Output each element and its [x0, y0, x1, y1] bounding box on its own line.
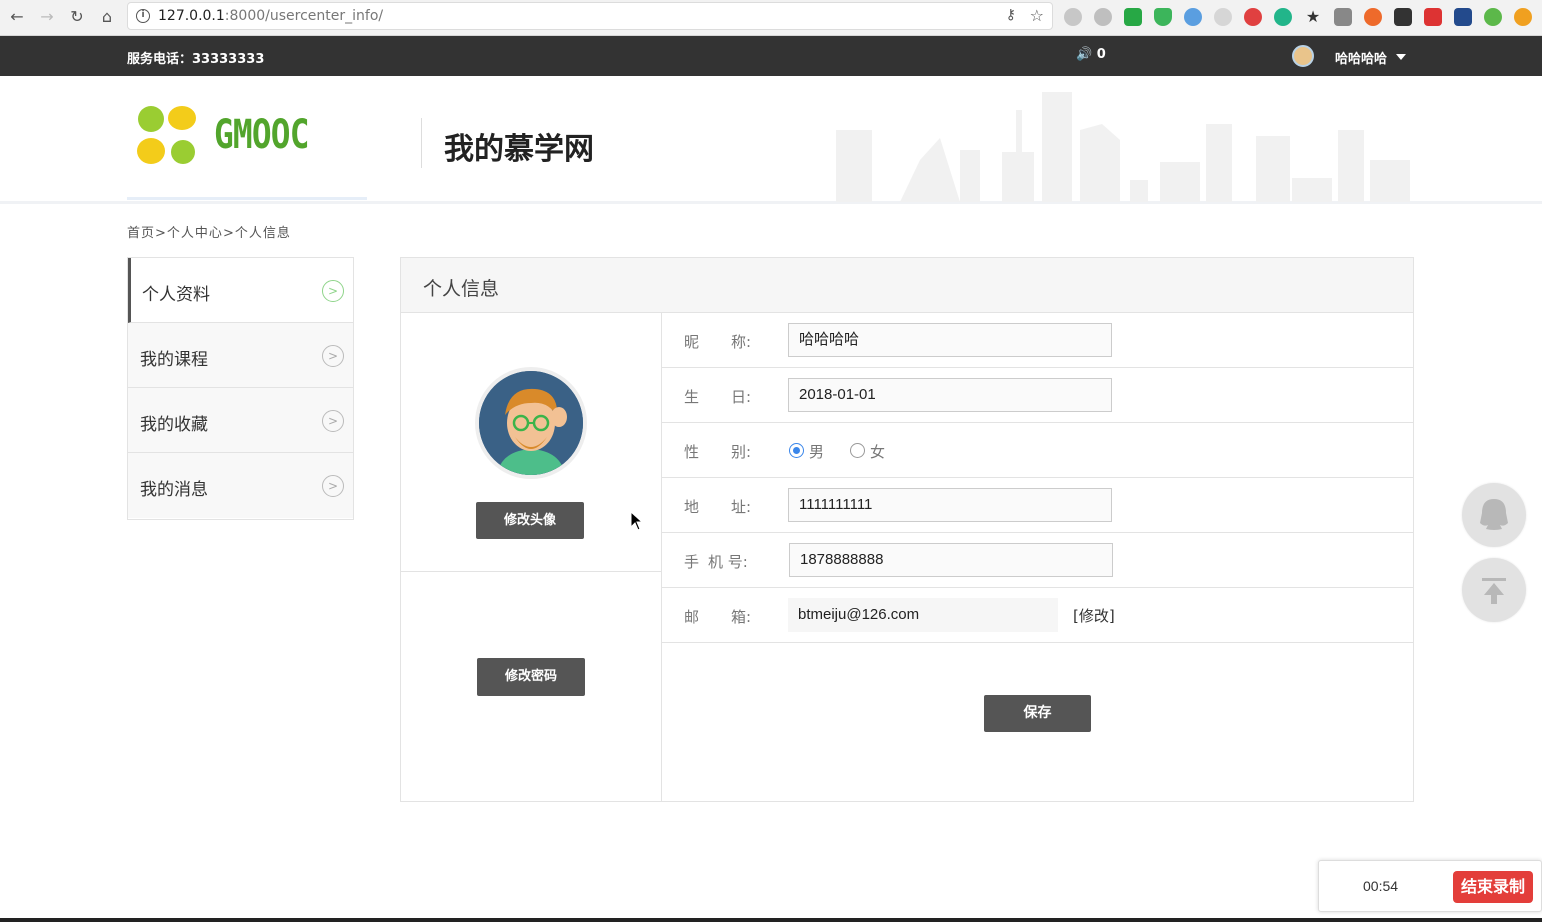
- key-icon[interactable]: ⚷: [1006, 7, 1016, 23]
- breadcrumb-home[interactable]: 首页: [127, 226, 155, 241]
- chevron-right-icon: >: [322, 345, 344, 367]
- speaker-icon: 🔊: [1076, 47, 1093, 62]
- birthday-input[interactable]: 2018-01-01: [788, 378, 1112, 412]
- caret-down-icon[interactable]: [1396, 54, 1406, 60]
- username[interactable]: 哈哈哈哈: [1335, 48, 1387, 67]
- change-avatar-button[interactable]: 修改头像: [476, 502, 584, 539]
- form-row-gender: 性别: 男 女: [662, 423, 1413, 478]
- avatar-column: 修改头像 修改密码: [401, 313, 662, 801]
- change-password-button[interactable]: 修改密码: [477, 658, 585, 696]
- breadcrumb-current: 个人信息: [234, 226, 291, 241]
- breadcrumb-separator: >: [222, 226, 235, 241]
- notification-counter[interactable]: 🔊 0: [1076, 47, 1106, 62]
- browser-toolbar: ← → ↻ ⌂ i 127.0.0.1:8000/usercenter_info…: [0, 0, 1542, 36]
- email-value: btmeiju@126.com: [788, 598, 1058, 632]
- extension-sync-icon[interactable]: [1274, 8, 1292, 26]
- city-skyline-image: [836, 92, 1410, 202]
- logo-leaves-icon[interactable]: [136, 104, 198, 166]
- screen-recorder-widget: 00:54 结束录制: [1318, 860, 1542, 912]
- gender-female-radio[interactable]: [850, 443, 865, 458]
- back-icon[interactable]: ←: [6, 6, 28, 28]
- stop-recording-button[interactable]: 结束录制: [1453, 871, 1533, 903]
- forward-icon[interactable]: →: [36, 6, 58, 28]
- extension-green-icon[interactable]: [1484, 8, 1502, 26]
- url-text: 127.0.0.1:8000/usercenter_info/: [158, 8, 384, 24]
- address-bar[interactable]: i 127.0.0.1:8000/usercenter_info/ ⚷ ☆: [127, 2, 1053, 30]
- gender-female-label[interactable]: 女: [870, 441, 885, 462]
- edit-email-link[interactable]: [修改]: [1073, 605, 1115, 626]
- extension-arrow-icon[interactable]: [1454, 8, 1472, 26]
- notification-count: 0: [1096, 47, 1106, 62]
- form-row-email: 邮箱: btmeiju@126.com [修改]: [662, 588, 1413, 643]
- breadcrumb-separator: >: [155, 226, 167, 241]
- user-avatar: [475, 367, 587, 479]
- chevron-right-icon: >: [322, 410, 344, 432]
- recording-timer: 00:54: [1363, 878, 1399, 894]
- extension-weibo-icon[interactable]: [1214, 8, 1232, 26]
- address-input[interactable]: 1111111111: [788, 488, 1112, 522]
- column-divider: [401, 571, 661, 572]
- extension-badge-icon[interactable]: [1424, 8, 1442, 26]
- save-button[interactable]: 保存: [984, 695, 1091, 732]
- avatar-cartoon-icon: [479, 371, 583, 475]
- logo-text[interactable]: GMOOC: [214, 112, 309, 158]
- mobile-input[interactable]: 1878888888: [789, 543, 1113, 577]
- form-row-address: 地址: 1111111111: [662, 478, 1413, 533]
- extension-block-icon[interactable]: [1244, 8, 1262, 26]
- extension-infinity-icon[interactable]: [1364, 8, 1382, 26]
- breadcrumb: 首页>个人中心>个人信息: [127, 222, 291, 241]
- gender-male-label[interactable]: 男: [809, 441, 824, 462]
- sidebar-item-profile[interactable]: 个人资料 >: [128, 258, 353, 323]
- home-icon[interactable]: ⌂: [96, 6, 118, 28]
- user-center-sidebar: 个人资料 > 我的课程 > 我的收藏 > 我的消息 >: [127, 257, 354, 520]
- form-row-mobile: 手机 号: 1878888888: [662, 533, 1413, 588]
- extension-badge-2-icon[interactable]: [1394, 8, 1412, 26]
- sidebar-item-favorites[interactable]: 我的收藏 >: [128, 388, 353, 453]
- extension-circle-icon[interactable]: [1094, 8, 1112, 26]
- extension-alert-icon[interactable]: [1514, 8, 1532, 26]
- panel-header: 个人信息: [401, 258, 1413, 313]
- bookmark-star-icon[interactable]: ☆: [1030, 6, 1044, 25]
- site-info-icon[interactable]: i: [136, 9, 150, 23]
- extension-leaf-icon[interactable]: [1184, 8, 1202, 26]
- nickname-input[interactable]: 哈哈哈哈: [788, 323, 1112, 357]
- sidebar-item-label: 个人资料: [142, 285, 210, 305]
- reload-icon[interactable]: ↻: [66, 6, 88, 28]
- page-title: 我的慕学网: [444, 132, 594, 167]
- window-bottom-edge: [0, 918, 1542, 922]
- sidebar-item-my-courses[interactable]: 我的课程 >: [128, 323, 353, 388]
- sidebar-item-label: 我的课程: [140, 350, 208, 370]
- extension-parachute-icon[interactable]: [1064, 8, 1082, 26]
- breadcrumb-user-center[interactable]: 个人中心: [167, 226, 223, 241]
- form-row-nickname: 昵称: 哈哈哈哈: [662, 313, 1413, 368]
- gender-male-radio[interactable]: [789, 443, 804, 458]
- sidebar-item-label: 我的消息: [140, 480, 208, 500]
- header-divider: [421, 118, 422, 168]
- qq-chat-button[interactable]: [1462, 483, 1526, 547]
- extension-shield-icon[interactable]: [1154, 8, 1172, 26]
- sidebar-item-messages[interactable]: 我的消息 >: [128, 453, 353, 518]
- sidebar-item-label: 我的收藏: [140, 415, 208, 435]
- profile-panel: 个人信息 修改头像 修改密码 昵称: 哈哈哈哈 生日: 2018-01-01 性…: [400, 257, 1414, 802]
- site-topbar: 服务电话：33333333 🔊 0 哈哈哈哈: [0, 36, 1542, 76]
- mouse-cursor-icon: [630, 511, 644, 531]
- service-phone: 服务电话：33333333: [127, 52, 265, 67]
- logo-underline: [127, 197, 367, 200]
- chevron-right-icon: >: [322, 280, 344, 302]
- form-row-birthday: 生日: 2018-01-01: [662, 368, 1413, 423]
- chevron-right-icon: >: [322, 475, 344, 497]
- qq-icon: [1480, 499, 1508, 530]
- arrow-up-to-top-icon: [1482, 578, 1506, 604]
- site-header: GMOOC 我的慕学网: [0, 76, 1542, 204]
- extension-qr-icon[interactable]: [1334, 8, 1352, 26]
- back-to-top-button[interactable]: [1462, 558, 1526, 622]
- user-avatar-small[interactable]: [1292, 45, 1314, 67]
- extension-star-icon[interactable]: ★: [1304, 8, 1322, 26]
- panel-title: 个人信息: [423, 278, 500, 300]
- extension-shield-t-icon[interactable]: [1124, 8, 1142, 26]
